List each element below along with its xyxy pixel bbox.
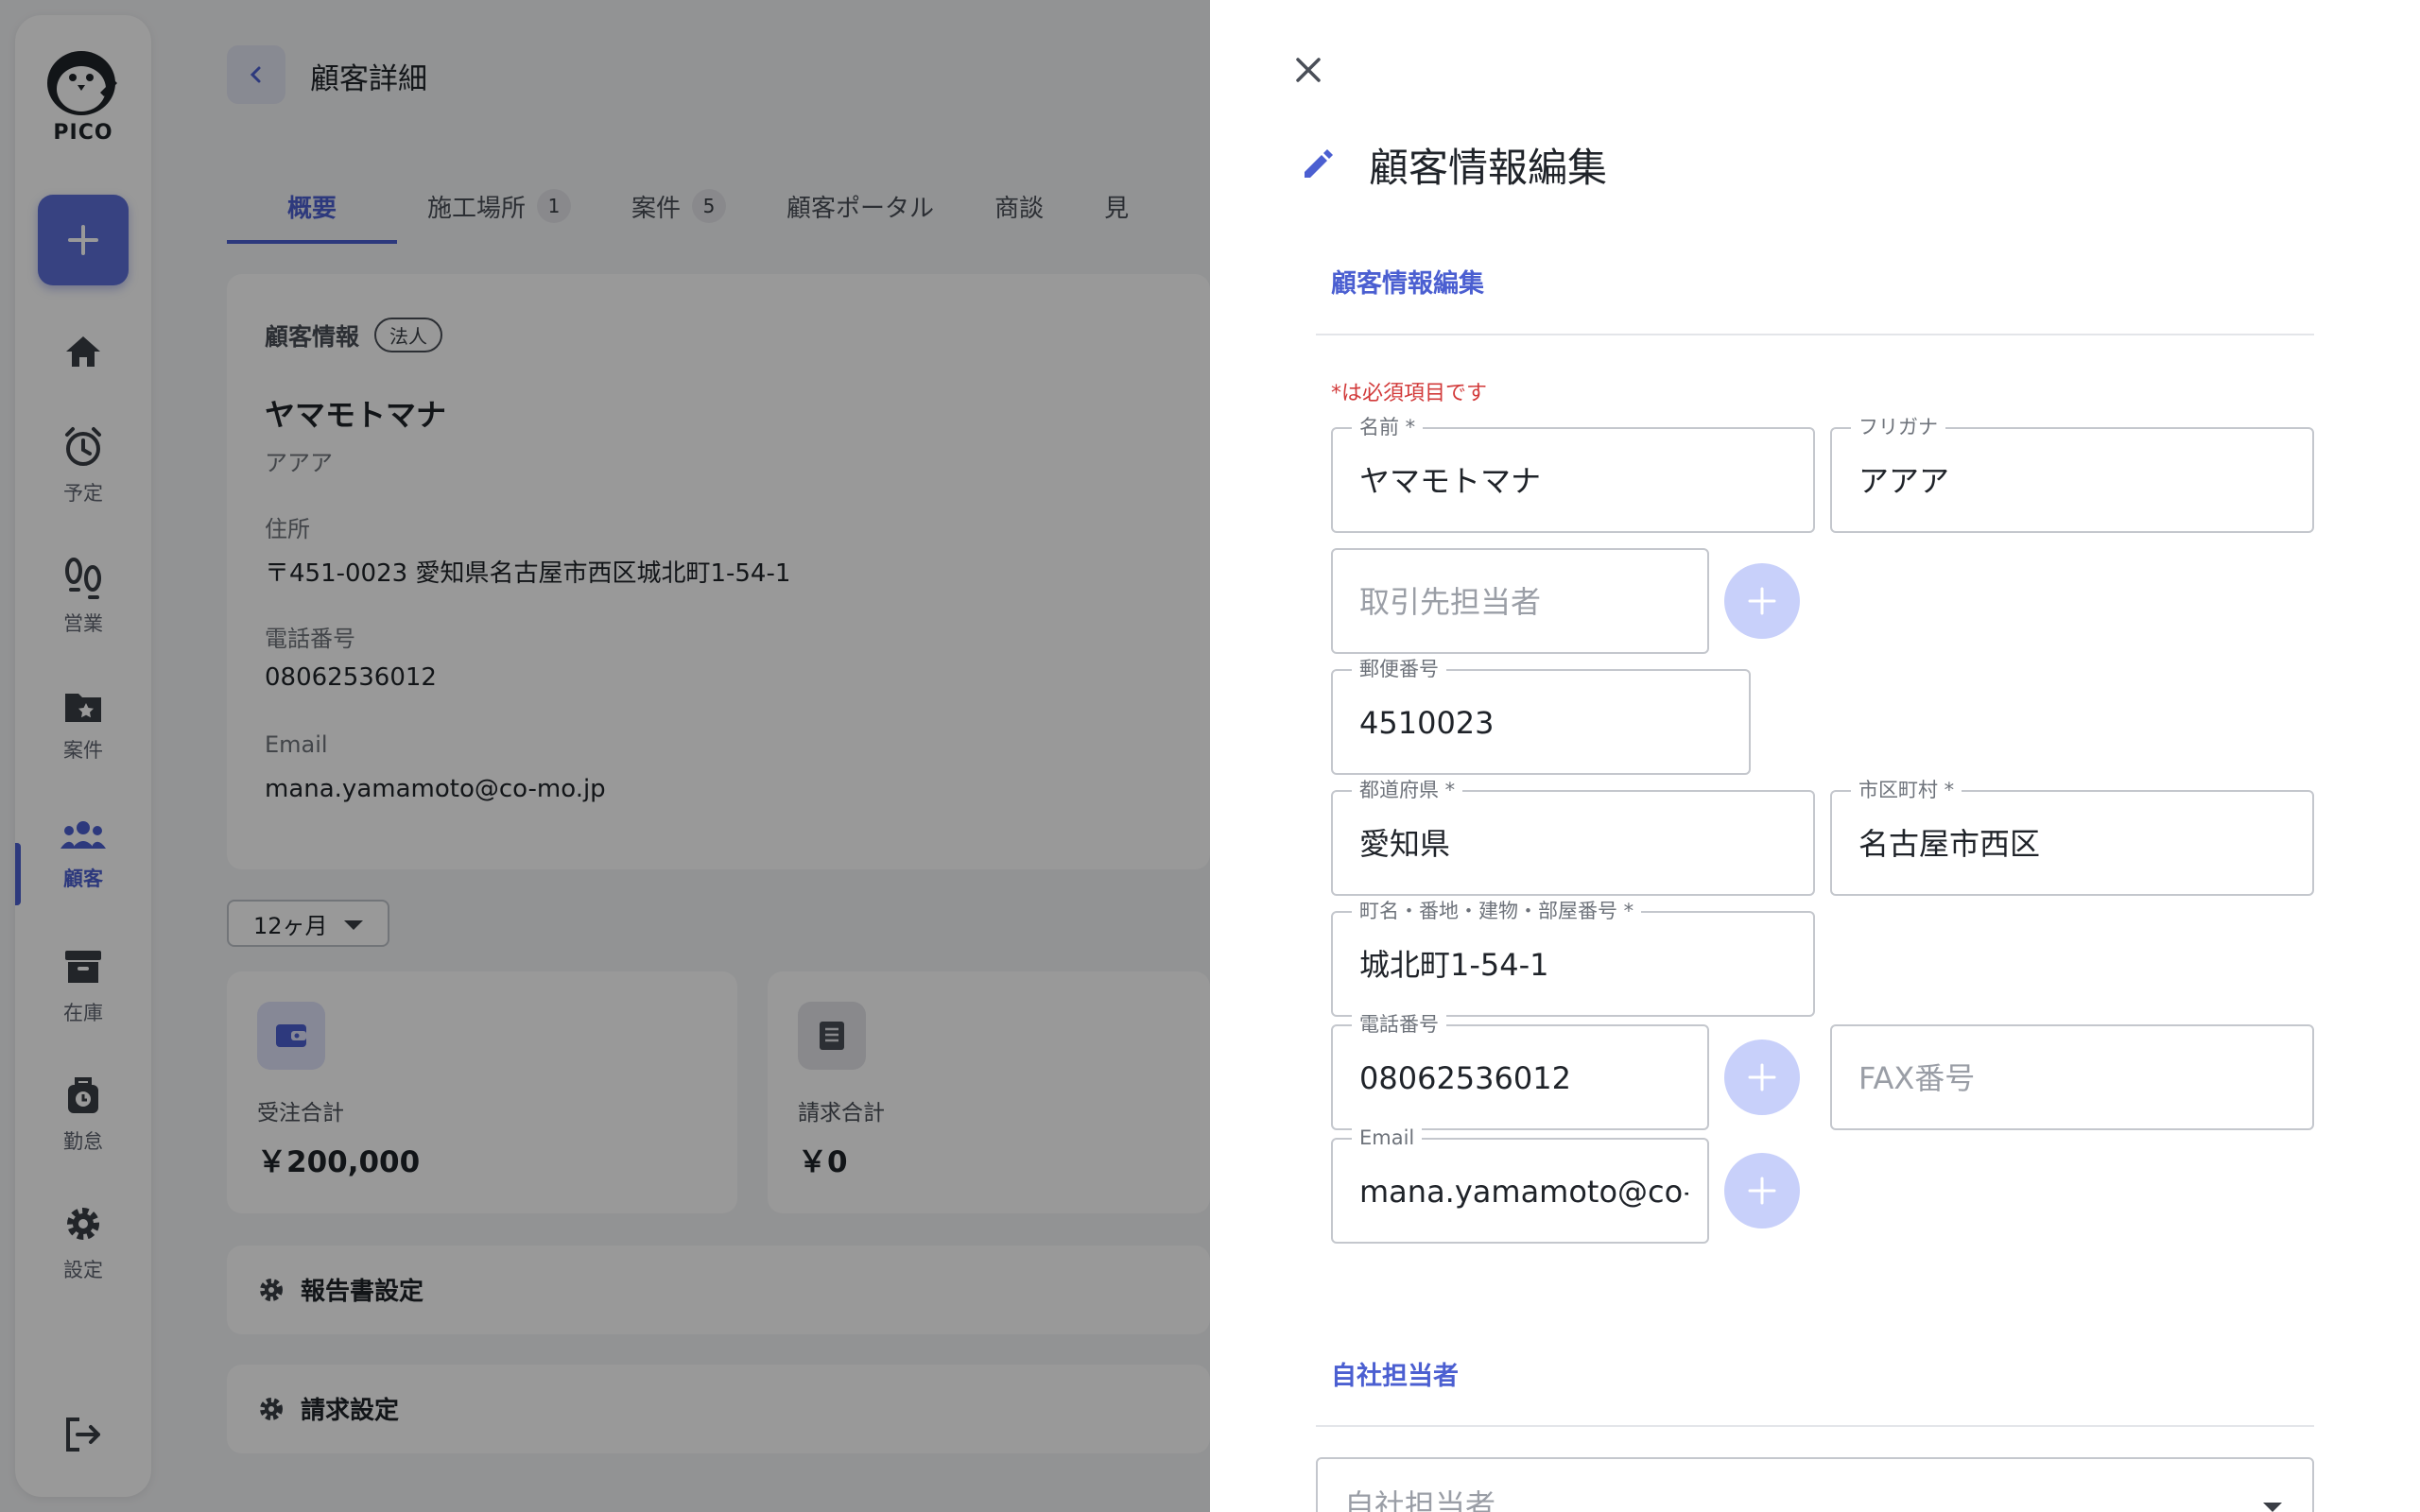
postal-code-field[interactable]: 郵便番号 4510023 bbox=[1331, 658, 1751, 775]
field-value: 城北町1-54-1 bbox=[1359, 947, 1549, 983]
field-label: Email bbox=[1352, 1126, 1423, 1149]
field-label: フリガナ bbox=[1851, 416, 1945, 438]
field-value: ヤマモトマナ bbox=[1359, 463, 1542, 499]
close-button[interactable] bbox=[1284, 45, 1333, 94]
field-label: 名前 * bbox=[1352, 416, 1424, 438]
add-phone-button[interactable] bbox=[1724, 1040, 1800, 1115]
field-label: 町名・番地・建物・部屋番号 * bbox=[1352, 900, 1642, 922]
field-value: 愛知県 bbox=[1359, 826, 1451, 862]
field-label: 郵便番号 bbox=[1352, 658, 1446, 680]
add-email-button[interactable] bbox=[1724, 1153, 1800, 1228]
divider bbox=[1316, 334, 2314, 335]
city-field[interactable]: 市区町村 * 名古屋市西区 bbox=[1830, 779, 2314, 896]
phone-field[interactable]: 電話番号 08062536012 bbox=[1331, 1013, 1709, 1130]
field-value: 名古屋市西区 bbox=[1858, 826, 2041, 862]
contact-person-field[interactable]: 取引先担当者 bbox=[1331, 548, 1709, 654]
street-address-field[interactable]: 町名・番地・建物・部屋番号 * 城北町1-54-1 bbox=[1331, 900, 1815, 1017]
field-label: 市区町村 * bbox=[1851, 779, 1962, 801]
field-value: mana.yamamoto@co-mo.jp bbox=[1359, 1174, 1688, 1210]
section-title-customer: 顧客情報編集 bbox=[1331, 269, 1484, 299]
staff-select[interactable]: 自社担当者 bbox=[1316, 1457, 2314, 1512]
add-contact-person-button[interactable] bbox=[1724, 563, 1800, 639]
field-value: 4510023 bbox=[1359, 705, 1495, 741]
fax-field[interactable]: FAX番号 bbox=[1830, 1024, 2314, 1130]
email-field[interactable]: Email mana.yamamoto@co-mo.jp bbox=[1331, 1126, 1709, 1244]
close-icon bbox=[1296, 58, 1321, 82]
divider bbox=[1316, 1425, 2314, 1427]
caret-down-icon bbox=[2263, 1503, 2282, 1512]
field-value: アアア bbox=[1858, 463, 1950, 499]
field-placeholder: 取引先担当者 bbox=[1359, 584, 1542, 620]
modal-backdrop[interactable] bbox=[0, 0, 1210, 1512]
field-label: 電話番号 bbox=[1352, 1013, 1446, 1036]
drawer-title: 顧客情報編集 bbox=[1369, 145, 1608, 191]
furigana-field[interactable]: フリガナ アアア bbox=[1830, 416, 2314, 533]
plus-icon bbox=[1748, 587, 1776, 615]
plus-icon bbox=[1748, 1063, 1776, 1091]
required-note: *は必須項目です bbox=[1331, 382, 1488, 405]
field-placeholder: FAX番号 bbox=[1858, 1060, 1976, 1096]
name-field[interactable]: 名前 * ヤマモトマナ bbox=[1331, 416, 1815, 533]
section-title-staff: 自社担当者 bbox=[1331, 1362, 1459, 1391]
plus-icon bbox=[1748, 1177, 1776, 1205]
field-value: 08062536012 bbox=[1359, 1060, 1571, 1096]
field-placeholder: 自社担当者 bbox=[1344, 1487, 1496, 1512]
prefecture-field[interactable]: 都道府県 * 愛知県 bbox=[1331, 779, 1815, 896]
pencil-icon bbox=[1305, 149, 1333, 178]
field-label: 都道府県 * bbox=[1352, 779, 1463, 801]
